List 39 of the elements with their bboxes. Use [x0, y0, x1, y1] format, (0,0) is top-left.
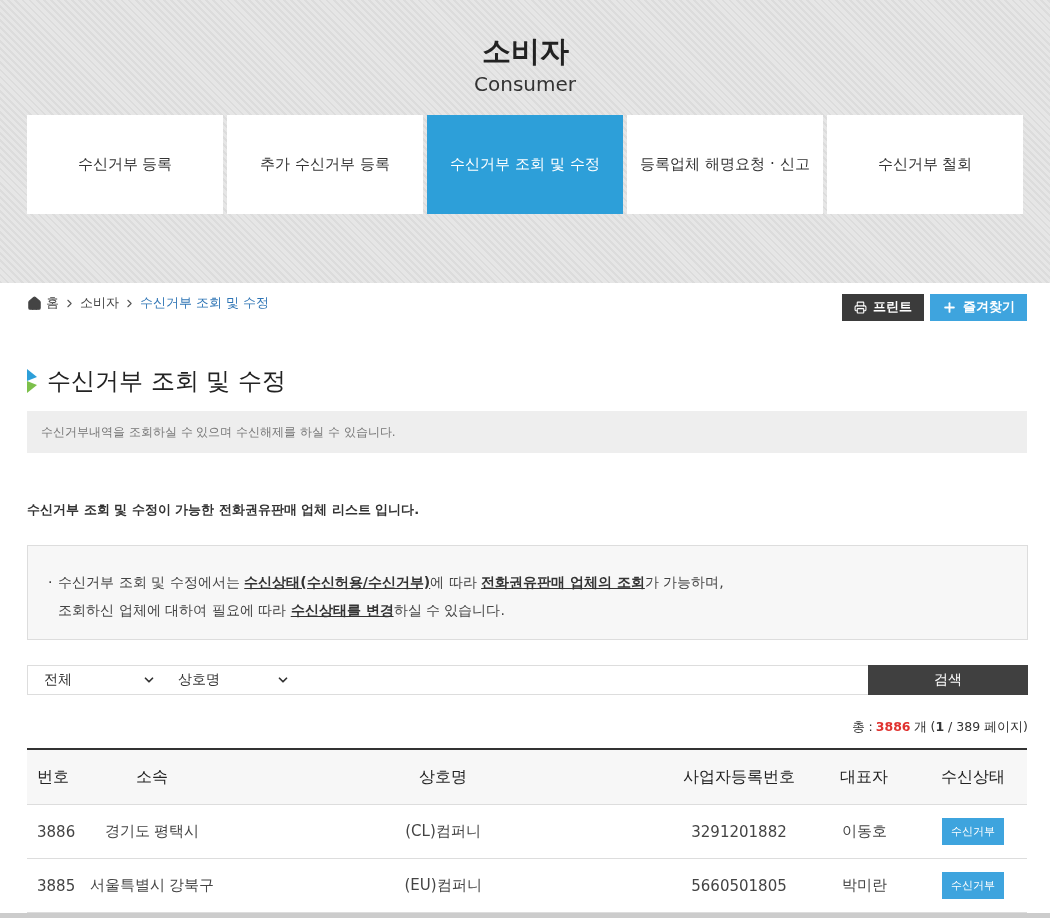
table-cell-text: (CL)컴퍼니 [404, 822, 482, 841]
table-cell-text: 서울특별시 강북구 [88, 876, 216, 895]
breadcrumb-link[interactable]: 소비자 [80, 295, 119, 312]
breadcrumb-link[interactable]: 홈 [46, 295, 59, 312]
page-count: 개 (1 / 389 페이지) [913, 719, 1028, 736]
section-subtitle: Consumer [474, 71, 576, 98]
total-count: 3886 [875, 719, 911, 736]
section-title: 소비자 [481, 33, 569, 70]
printer-icon [854, 301, 867, 314]
description-text: 수신거부내역을 조회하실 수 있으며 수신해제를 하실 수 있습니다. [27, 411, 1027, 453]
column-header: 사업자등록번호 [682, 766, 796, 788]
column-header: 수신상태 [940, 766, 1006, 788]
count-label: 총 : [851, 719, 873, 736]
bullet-mark: · [48, 573, 53, 592]
table-cell-text: 경기도 평택시 [103, 822, 201, 841]
nav-tab[interactable]: 등록업체 해명요청 · 신고 [627, 115, 823, 214]
column-header: 소속 [135, 766, 169, 788]
nav-tab[interactable]: 추가 수신거부 등록 [227, 115, 423, 214]
column-header: 상호명 [418, 766, 468, 788]
print-button[interactable]: 프린트 [842, 294, 924, 321]
table-cell-text: (EU)컴퍼니 [403, 876, 483, 895]
notice-text: 조회하신 업체에 대하여 필요에 따라 수신상태를 변경하실 수 있습니다. [58, 601, 506, 620]
nav-tab[interactable]: 수신거부 철회 [827, 115, 1023, 214]
page-title: 수신거부 조회 및 수정 [47, 366, 286, 397]
table-cell-text: 3885 [36, 876, 77, 895]
nav-tab[interactable]: 수신거부 등록 [27, 115, 223, 214]
table-cell-text: 5660501805 [690, 876, 788, 895]
breadcrumb-link[interactable]: 수신거부 조회 및 수정 [140, 295, 269, 312]
column-header: 번호 [36, 766, 70, 788]
table-cell-text: 이동호 [840, 822, 888, 841]
plus-icon [942, 300, 957, 315]
chevron-marker-icon [27, 369, 37, 393]
table-cell-text: 3886 [36, 822, 77, 841]
table-cell-text: 3291201882 [690, 822, 788, 841]
list-intro-text: 수신거부 조회 및 수정이 가능한 전화권유판매 업체 리스트 입니다. [27, 501, 421, 519]
notice-text: 수신거부 조회 및 수정에서는 수신상태(수신허용/수신거부)에 따라 전화권유판매 업체의 조회가 가능하며, [58, 573, 724, 592]
table-cell-text: 박미란 [840, 876, 888, 895]
column-header: 대표자 [839, 766, 889, 788]
home-icon [27, 296, 42, 311]
